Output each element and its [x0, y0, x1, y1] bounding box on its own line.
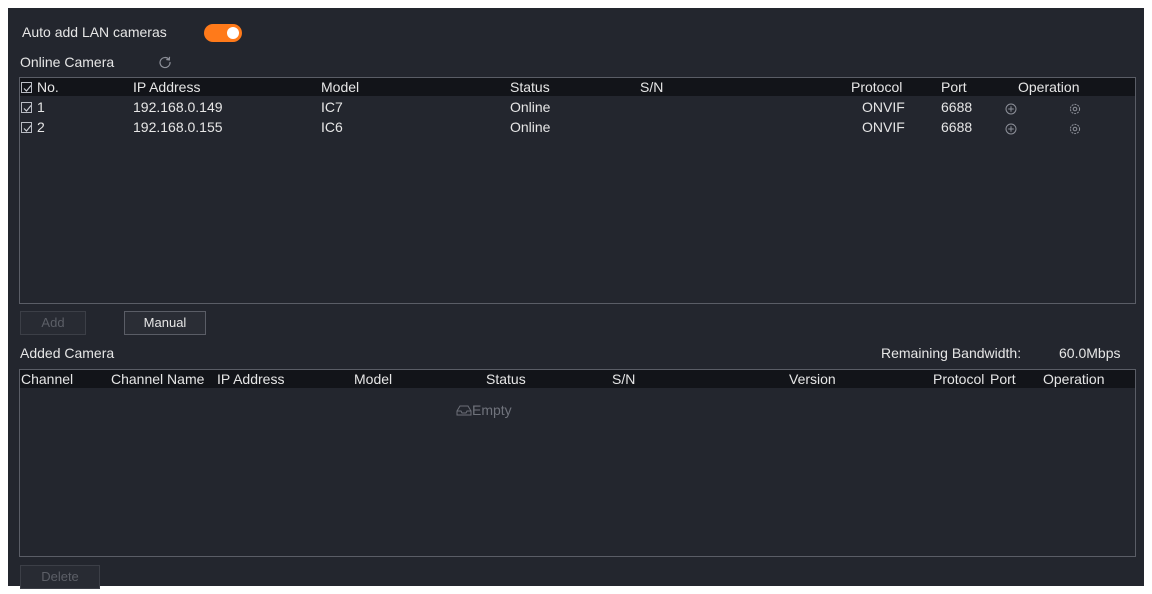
- add-button[interactable]: Add: [20, 311, 86, 335]
- row-status: Online: [510, 99, 551, 115]
- row-checkbox[interactable]: [21, 102, 32, 113]
- header-model: Model: [354, 371, 393, 387]
- row-ip-address: 192.168.0.149: [133, 99, 223, 115]
- row-ip-address: 192.168.0.155: [133, 119, 223, 135]
- auto-add-toggle[interactable]: [204, 24, 242, 42]
- added-table-header: Channel Channel Name IP Address Model St…: [20, 370, 1135, 388]
- added-camera-title: Added Camera: [20, 345, 115, 361]
- row-status: Online: [510, 119, 551, 135]
- header-port: Port: [941, 79, 967, 95]
- header-status: Status: [486, 371, 526, 387]
- header-channel: Channel: [21, 371, 74, 387]
- header-ip-address: IP Address: [217, 371, 285, 387]
- remaining-bandwidth-value: 60.0Mbps: [1059, 345, 1121, 361]
- delete-button[interactable]: Delete: [20, 565, 100, 589]
- camera-settings-panel: Auto add LAN cameras Online Camera No. I…: [8, 8, 1144, 589]
- toggle-knob: [227, 27, 239, 39]
- online-camera-table: No. IP Address Model Status S/N Protocol…: [19, 77, 1136, 304]
- row-no: 2: [37, 119, 45, 135]
- row-protocol: ONVIF: [862, 99, 905, 115]
- header-sn: S/N: [612, 371, 636, 387]
- added-camera-table: Channel Channel Name IP Address Model St…: [19, 369, 1136, 557]
- header-status: Status: [510, 79, 550, 95]
- header-protocol: Protocol: [851, 79, 903, 95]
- header-model: Model: [321, 79, 360, 95]
- add-icon[interactable]: [1005, 122, 1017, 135]
- row-model: IC6: [321, 119, 343, 135]
- header-no: No.: [37, 79, 59, 95]
- empty-text: Empty: [472, 402, 512, 418]
- row-checkbox[interactable]: [21, 122, 32, 133]
- remaining-bandwidth-label: Remaining Bandwidth:: [881, 345, 1022, 361]
- online-table-header: No. IP Address Model Status S/N Protocol…: [20, 78, 1135, 96]
- row-model: IC7: [321, 99, 343, 115]
- table-row[interactable]: 1 192.168.0.149 IC7 Online ONVIF 6688: [20, 98, 1135, 118]
- header-operation: Operation: [1018, 79, 1080, 95]
- settings-icon[interactable]: [1069, 122, 1081, 135]
- auto-add-label: Auto add LAN cameras: [22, 24, 167, 40]
- row-port: 6688: [941, 99, 973, 115]
- header-protocol: Protocol: [933, 371, 985, 387]
- header-operation: Operation: [1043, 371, 1105, 387]
- header-version: Version: [789, 371, 836, 387]
- empty-icon: [456, 403, 472, 417]
- header-channel-name: Channel Name: [111, 371, 205, 387]
- header-ip-address: IP Address: [133, 79, 201, 95]
- online-camera-title: Online Camera: [20, 54, 115, 70]
- row-protocol: ONVIF: [862, 119, 905, 135]
- row-port: 6688: [941, 119, 973, 135]
- add-icon[interactable]: [1005, 102, 1017, 115]
- settings-icon[interactable]: [1069, 102, 1081, 115]
- manual-button[interactable]: Manual: [124, 311, 206, 335]
- table-row[interactable]: 2 192.168.0.155 IC6 Online ONVIF 6688: [20, 118, 1135, 138]
- select-all-checkbox[interactable]: [21, 82, 32, 93]
- header-port: Port: [990, 371, 1016, 387]
- row-no: 1: [37, 99, 45, 115]
- refresh-icon[interactable]: [158, 55, 172, 69]
- header-sn: S/N: [640, 79, 664, 95]
